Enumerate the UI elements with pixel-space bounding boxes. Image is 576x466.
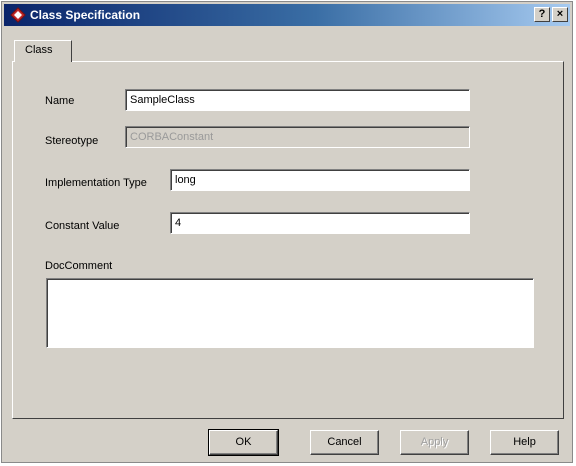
cancel-button[interactable]: Cancel	[310, 430, 379, 455]
close-button[interactable]: ×	[552, 7, 568, 22]
doc-comment-label: DocComment	[45, 260, 113, 272]
name-field[interactable]	[125, 89, 470, 111]
doc-comment-textarea[interactable]	[46, 278, 534, 348]
constant-value-field[interactable]	[170, 212, 470, 234]
class-tab-panel	[12, 61, 564, 419]
constant-value-label: Constant Value	[45, 220, 120, 232]
app-diamond-icon	[10, 7, 26, 23]
stereotype-field	[125, 126, 470, 148]
help-button[interactable]: Help	[490, 430, 559, 455]
class-specification-dialog: Class Specification ? × Class Name Stere…	[1, 1, 573, 463]
title-bar[interactable]: Class Specification ? ×	[4, 4, 570, 26]
tab-class[interactable]: Class	[14, 40, 72, 62]
apply-button: Apply	[400, 430, 469, 455]
tab-class-label: Class	[25, 44, 53, 56]
stereotype-label: Stereotype	[45, 135, 99, 147]
implementation-type-label: Implementation Type	[45, 177, 147, 189]
window-title: Class Specification	[30, 8, 141, 22]
help-title-button[interactable]: ?	[534, 7, 550, 22]
implementation-type-field[interactable]	[170, 169, 470, 191]
ok-button[interactable]: OK	[208, 429, 279, 456]
name-label: Name	[45, 95, 75, 107]
